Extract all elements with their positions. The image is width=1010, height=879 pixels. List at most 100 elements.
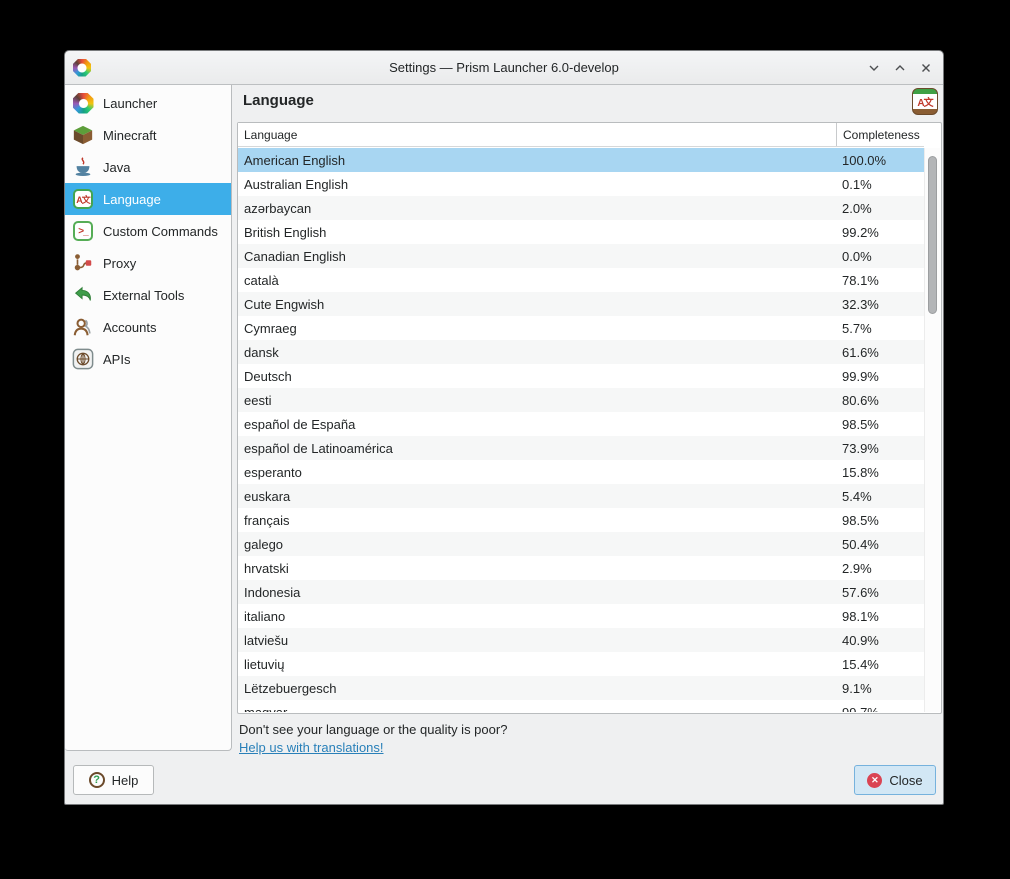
completeness-cell: 73.9% (836, 441, 924, 456)
language-cell: Australian English (238, 177, 836, 192)
table-row[interactable]: español de España98.5% (238, 412, 924, 436)
completeness-cell: 9.1% (836, 681, 924, 696)
proxy-network-icon (72, 252, 94, 274)
language-cell: lietuvių (238, 657, 836, 672)
language-cell: español de Latinoamérica (238, 441, 836, 456)
table-scrollbar[interactable] (924, 148, 940, 712)
table-row[interactable]: British English99.2% (238, 220, 924, 244)
sidebar-item-label: Java (103, 160, 130, 175)
completeness-cell: 98.1% (836, 609, 924, 624)
table-row[interactable]: Lëtzebuergesch9.1% (238, 676, 924, 700)
sidebar-item-label: Launcher (103, 96, 157, 111)
language-cell: Canadian English (238, 249, 836, 264)
help-button[interactable]: ? Help (73, 765, 154, 795)
chevron-up-icon (894, 62, 906, 74)
question-mark-icon: ? (89, 772, 105, 788)
language-cell: français (238, 513, 836, 528)
language-cell: British English (238, 225, 836, 240)
column-header-language[interactable]: Language (238, 128, 836, 142)
table-row[interactable]: hrvatski2.9% (238, 556, 924, 580)
sidebar-item-external-tools[interactable]: External Tools (65, 279, 231, 311)
table-row[interactable]: Deutsch99.9% (238, 364, 924, 388)
language-cell: magyar (238, 705, 836, 713)
prism-logo-icon (72, 92, 94, 114)
language-cell: esperanto (238, 465, 836, 480)
language-cell: Indonesia (238, 585, 836, 600)
accounts-person-icon (72, 316, 94, 338)
sidebar-item-minecraft[interactable]: Minecraft (65, 119, 231, 151)
table-row[interactable]: italiano98.1% (238, 604, 924, 628)
sidebar-item-custom-commands[interactable]: >_Custom Commands (65, 215, 231, 247)
close-button-label: Close (889, 773, 922, 788)
scrollbar-thumb[interactable] (928, 156, 937, 314)
completeness-cell: 0.1% (836, 177, 924, 192)
language-cell: dansk (238, 345, 836, 360)
close-icon (920, 62, 932, 74)
sidebar-item-apis[interactable]: APIs (65, 343, 231, 375)
table-row[interactable]: Canadian English0.0% (238, 244, 924, 268)
sidebar-item-label: Language (103, 192, 161, 207)
sidebar-item-label: Proxy (103, 256, 136, 271)
window-maximize-button[interactable] (891, 59, 909, 77)
table-row[interactable]: català78.1% (238, 268, 924, 292)
table-row[interactable]: español de Latinoamérica73.9% (238, 436, 924, 460)
terminal-icon: >_ (72, 220, 94, 242)
sidebar-item-language[interactable]: A文 Language (65, 183, 231, 215)
table-row[interactable]: Cute Engwish32.3% (238, 292, 924, 316)
table-row[interactable]: American English100.0% (238, 148, 924, 172)
settings-sidebar: Launcher Minecraft Java A文 Language >_Custom … (65, 85, 232, 751)
sidebar-item-proxy[interactable]: Proxy (65, 247, 231, 279)
completeness-cell: 99.7% (836, 705, 924, 713)
table-row[interactable]: latviešu40.9% (238, 628, 924, 652)
completeness-cell: 50.4% (836, 537, 924, 552)
sidebar-item-label: Accounts (103, 320, 156, 335)
window-close-button[interactable] (917, 59, 935, 77)
table-row[interactable]: français98.5% (238, 508, 924, 532)
apis-globe-icon (72, 348, 94, 370)
completeness-cell: 61.6% (836, 345, 924, 360)
sidebar-item-accounts[interactable]: Accounts (65, 311, 231, 343)
table-row[interactable]: dansk61.6% (238, 340, 924, 364)
titlebar[interactable]: Settings — Prism Launcher 6.0-develop (65, 51, 943, 85)
language-cell: azərbaycan (238, 201, 836, 216)
table-row[interactable]: euskara5.4% (238, 484, 924, 508)
language-cell: latviešu (238, 633, 836, 648)
completeness-cell: 98.5% (836, 513, 924, 528)
table-row[interactable]: eesti80.6% (238, 388, 924, 412)
language-cell: euskara (238, 489, 836, 504)
completeness-cell: 0.0% (836, 249, 924, 264)
table-row[interactable]: Cymraeg5.7% (238, 316, 924, 340)
footer-question: Don't see your language or the quality i… (239, 721, 507, 739)
language-cell: galego (238, 537, 836, 552)
completeness-cell: 5.4% (836, 489, 924, 504)
table-row[interactable]: azərbaycan2.0% (238, 196, 924, 220)
table-row[interactable]: Australian English0.1% (238, 172, 924, 196)
column-header-completeness[interactable]: Completeness (836, 123, 924, 146)
close-button[interactable]: ✕ Close (854, 765, 936, 795)
help-button-label: Help (112, 773, 139, 788)
completeness-cell: 40.9% (836, 633, 924, 648)
language-table: Language Completeness American English10… (237, 122, 942, 714)
table-row[interactable]: esperanto15.8% (238, 460, 924, 484)
table-row[interactable]: magyar99.7% (238, 700, 924, 712)
language-cell: italiano (238, 609, 836, 624)
language-cell: Deutsch (238, 369, 836, 384)
completeness-cell: 98.5% (836, 417, 924, 432)
table-body: American English100.0%Australian English… (238, 148, 924, 712)
window-shade-button[interactable] (865, 59, 883, 77)
translations-link[interactable]: Help us with translations! (239, 740, 384, 755)
java-cup-icon (72, 156, 94, 178)
sidebar-item-launcher[interactable]: Launcher (65, 87, 231, 119)
table-row[interactable]: lietuvių15.4% (238, 652, 924, 676)
completeness-cell: 2.0% (836, 201, 924, 216)
table-row[interactable]: galego50.4% (238, 532, 924, 556)
sidebar-item-label: Minecraft (103, 128, 156, 143)
sidebar-item-java[interactable]: Java (65, 151, 231, 183)
table-header[interactable]: Language Completeness (238, 123, 924, 147)
table-row[interactable]: Indonesia57.6% (238, 580, 924, 604)
minecraft-block-icon (72, 124, 94, 146)
translate-icon: A文 (72, 188, 94, 210)
completeness-cell: 99.2% (836, 225, 924, 240)
language-cell: eesti (238, 393, 836, 408)
translate-icon: A文 (912, 88, 938, 115)
